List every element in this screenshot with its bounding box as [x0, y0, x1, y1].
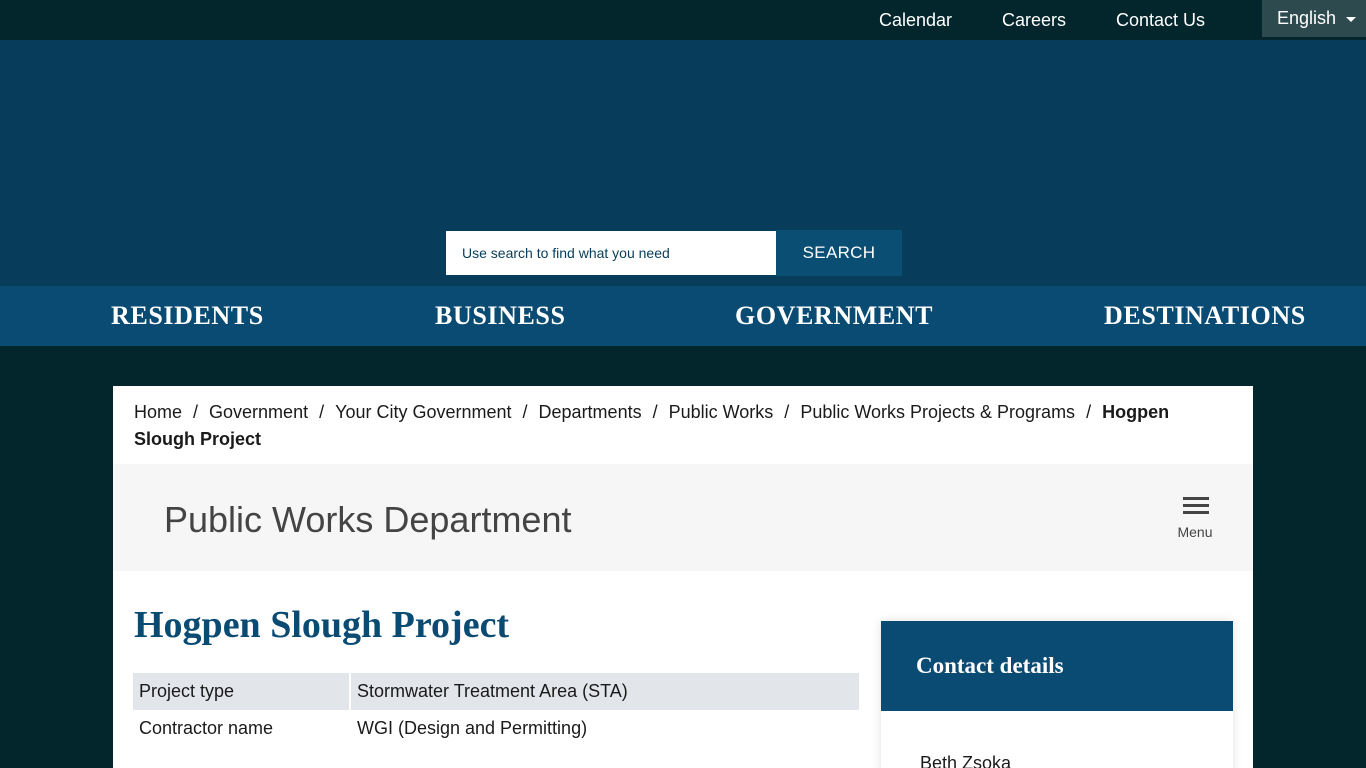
breadcrumb: Home / Government / Your City Government / Dep… — [134, 399, 1224, 453]
main-navigation: RESIDENTS BUSINESS GOVERNMENT DESTINATIO… — [0, 286, 1366, 346]
language-selector[interactable]: English — [1262, 0, 1366, 37]
breadcrumb-separator: / — [652, 402, 658, 422]
breadcrumb-separator: / — [784, 402, 790, 422]
utility-bar: Calendar Careers Contact Us English — [0, 0, 1366, 40]
table-cell-label: Contractor name — [133, 710, 351, 747]
hamburger-icon — [1183, 497, 1209, 500]
breadcrumb-separator: / — [1086, 402, 1092, 422]
contact-details-panel: Contact details Beth Zsoka — [881, 621, 1233, 768]
nav-destinations[interactable]: DESTINATIONS — [1104, 301, 1306, 331]
department-title[interactable]: Public Works Department — [164, 499, 571, 541]
table-cell-label: Project type — [133, 673, 351, 710]
careers-link[interactable]: Careers — [1002, 10, 1066, 31]
breadcrumb-public-works-projects[interactable]: Public Works Projects & Programs — [800, 402, 1075, 422]
department-header: Public Works Department Menu — [113, 464, 1253, 571]
contact-header: Contact details — [881, 621, 1233, 711]
table-cell-value: Stormwater Treatment Area (STA) — [350, 673, 859, 710]
page-title: Hogpen Slough Project — [134, 604, 510, 646]
menu-button[interactable]: Menu — [1169, 497, 1221, 543]
language-label: English — [1277, 8, 1337, 28]
breadcrumb-separator: / — [193, 402, 199, 422]
hamburger-icon — [1183, 504, 1209, 507]
breadcrumb-your-city-government[interactable]: Your City Government — [335, 402, 511, 422]
chevron-down-icon — [1346, 17, 1356, 22]
menu-label: Menu — [1177, 524, 1213, 540]
content-card: Home / Government / Your City Government / Dep… — [113, 386, 1253, 768]
breadcrumb-government[interactable]: Government — [209, 402, 308, 422]
nav-government[interactable]: GOVERNMENT — [735, 301, 933, 331]
contact-name: Beth Zsoka — [920, 753, 1012, 768]
breadcrumb-departments[interactable]: Departments — [539, 402, 642, 422]
calendar-link[interactable]: Calendar — [879, 10, 952, 31]
breadcrumb-separator: / — [522, 402, 528, 422]
hamburger-icon — [1183, 511, 1209, 514]
table-row: Contractor name WGI (Design and Permitti… — [133, 710, 859, 747]
search-input[interactable] — [446, 231, 776, 275]
search-button[interactable]: SEARCH — [776, 230, 902, 276]
contact-title: Contact details — [916, 653, 1064, 678]
breadcrumb-home[interactable]: Home — [134, 402, 182, 422]
breadcrumb-public-works[interactable]: Public Works — [669, 402, 774, 422]
breadcrumb-separator: / — [319, 402, 325, 422]
nav-residents[interactable]: RESIDENTS — [111, 301, 264, 331]
nav-business[interactable]: BUSINESS — [435, 301, 566, 331]
table-row: Project type Stormwater Treatment Area (… — [133, 673, 859, 710]
table-cell-value: WGI (Design and Permitting) — [357, 718, 588, 738]
project-details-table: Project type Stormwater Treatment Area (… — [133, 673, 859, 747]
contact-us-link[interactable]: Contact Us — [1116, 10, 1205, 31]
